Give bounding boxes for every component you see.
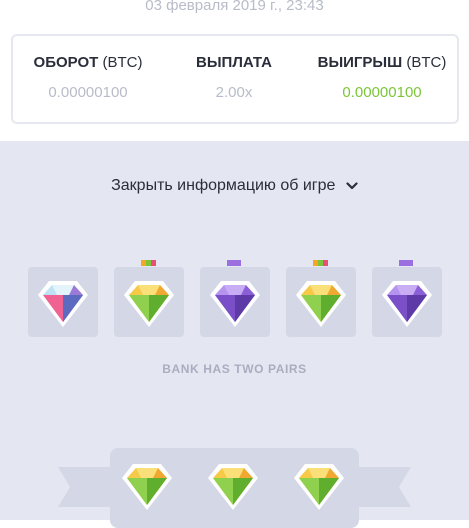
ribbon-left-wing	[58, 467, 118, 507]
game-info-panel: Закрыть информацию об игре BANK HAS TWO …	[0, 141, 469, 528]
bank-gem-slot	[114, 260, 184, 337]
turnover-unit: (BTC)	[102, 54, 143, 71]
ribbon-right-wing	[351, 467, 411, 507]
player-gem	[292, 460, 346, 517]
stat-turnover-value: 0.00000100	[48, 84, 128, 101]
gem-icon	[208, 464, 258, 510]
stat-win-label: ВЫИГРЫШ (BTC)	[307, 54, 457, 71]
bank-gem-slot	[372, 260, 442, 337]
win-unit: (BTC)	[406, 54, 447, 71]
bank-gem-slot	[200, 260, 270, 337]
pair-marker	[313, 260, 328, 266]
stat-turnover: ОБОРОТ (BTC) 0.00000100	[17, 54, 159, 101]
game-timestamp: 03 февраля 2019 г., 23:43	[145, 0, 324, 14]
stat-turnover-label: ОБОРОТ (BTC)	[17, 54, 159, 71]
pair-marker	[227, 260, 241, 266]
stat-win: ВЫИГРЫШ (BTC) 0.00000100	[307, 54, 457, 101]
player-gem	[206, 460, 260, 517]
player-gems-ribbon	[110, 448, 359, 528]
toggle-game-info-button[interactable]: Закрыть информацию об игре	[0, 177, 469, 195]
win-label-text: ВЫИГРЫШ	[317, 54, 403, 71]
stat-payout-label: ВЫПЛАТА	[196, 54, 272, 71]
gem-icon	[296, 281, 346, 327]
pair-marker	[399, 260, 413, 266]
stat-win-value: 0.00000100	[342, 84, 422, 101]
toggle-game-info-label: Закрыть информацию об игре	[111, 177, 336, 195]
chevron-down-icon	[346, 177, 358, 195]
stat-payout: ВЫПЛАТА 2.00x	[175, 54, 293, 101]
stats-card: ОБОРОТ (BTC) 0.00000100 ВЫПЛАТА 2.00x ВЫ…	[11, 34, 459, 124]
gem-icon	[210, 281, 260, 327]
gem-icon	[38, 281, 88, 327]
bank-gem-slot	[286, 260, 356, 337]
bank-gem-slot	[28, 267, 98, 337]
player-gem	[120, 460, 174, 517]
result-text: BANK HAS TWO PAIRS	[162, 362, 307, 376]
gem-icon	[124, 281, 174, 327]
stat-payout-value: 2.00x	[215, 84, 253, 101]
turnover-label-text: ОБОРОТ	[33, 54, 99, 71]
gem-icon	[122, 464, 172, 510]
gem-icon	[382, 281, 432, 327]
pair-marker	[141, 260, 156, 266]
gem-icon	[294, 464, 344, 510]
